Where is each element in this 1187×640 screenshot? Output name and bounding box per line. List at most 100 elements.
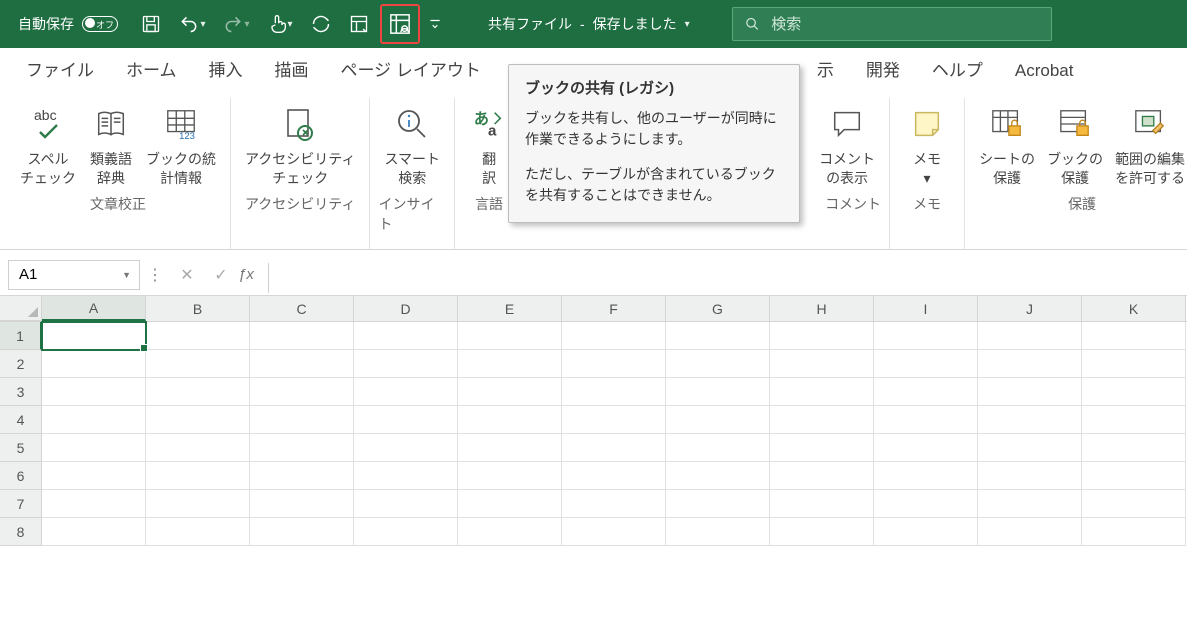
tab-home[interactable]: ホーム — [114, 47, 189, 92]
cell[interactable] — [146, 462, 250, 490]
row-header[interactable]: 3 — [0, 378, 42, 406]
cell[interactable] — [978, 350, 1082, 378]
row-header[interactable]: 5 — [0, 434, 42, 462]
cell[interactable] — [458, 434, 562, 462]
cell[interactable] — [1082, 378, 1186, 406]
cell[interactable] — [250, 434, 354, 462]
tab-acrobat[interactable]: Acrobat — [1003, 52, 1086, 92]
row-header[interactable]: 2 — [0, 350, 42, 378]
book-stats-button[interactable]: 123 ブックの統 計情報 — [140, 98, 222, 188]
protect-book-button[interactable]: ブックの 保護 — [1041, 98, 1109, 188]
cell[interactable] — [458, 518, 562, 546]
col-header[interactable]: A — [42, 296, 146, 321]
cell[interactable] — [42, 462, 146, 490]
col-header[interactable]: K — [1082, 296, 1186, 321]
cell[interactable] — [146, 518, 250, 546]
tab-file[interactable]: ファイル — [14, 47, 106, 92]
redo-button[interactable]: ▾ — [216, 7, 256, 41]
cell[interactable] — [770, 406, 874, 434]
col-header[interactable]: H — [770, 296, 874, 321]
cell[interactable] — [666, 434, 770, 462]
autosave-toggle[interactable]: 自動保存 オフ — [18, 14, 118, 34]
cell[interactable] — [354, 322, 458, 350]
cell[interactable] — [1082, 490, 1186, 518]
cell[interactable] — [770, 350, 874, 378]
cell[interactable] — [146, 350, 250, 378]
cell[interactable] — [874, 434, 978, 462]
protect-sheet-button[interactable]: シートの 保護 — [973, 98, 1041, 188]
cell[interactable] — [666, 462, 770, 490]
accessibility-check-button[interactable]: アクセシビリティ チェック — [239, 98, 361, 188]
cell[interactable] — [42, 406, 146, 434]
cell[interactable] — [458, 322, 562, 350]
cell[interactable] — [770, 434, 874, 462]
cell[interactable] — [666, 490, 770, 518]
cell[interactable] — [770, 378, 874, 406]
cell[interactable] — [874, 378, 978, 406]
cell[interactable] — [146, 406, 250, 434]
customize-qat-button[interactable] — [424, 7, 446, 41]
cell[interactable] — [458, 490, 562, 518]
cell[interactable] — [874, 350, 978, 378]
cell[interactable] — [42, 322, 146, 350]
cell[interactable] — [562, 350, 666, 378]
cell[interactable] — [250, 322, 354, 350]
allow-edit-ranges-button[interactable]: 範囲の編集 を許可する — [1109, 98, 1187, 188]
cell[interactable] — [562, 490, 666, 518]
cell[interactable] — [562, 462, 666, 490]
cell[interactable] — [146, 322, 250, 350]
cell[interactable] — [250, 490, 354, 518]
cell[interactable] — [1082, 518, 1186, 546]
cell[interactable] — [562, 406, 666, 434]
cell[interactable] — [770, 322, 874, 350]
cell[interactable] — [354, 518, 458, 546]
cell[interactable] — [42, 350, 146, 378]
share-workbook-button-highlighted[interactable] — [380, 4, 420, 44]
cell[interactable] — [458, 378, 562, 406]
cell[interactable] — [978, 462, 1082, 490]
formula-input[interactable] — [268, 263, 1177, 293]
cell[interactable] — [146, 490, 250, 518]
cell[interactable] — [666, 322, 770, 350]
cell[interactable] — [562, 322, 666, 350]
cell[interactable] — [666, 350, 770, 378]
cell[interactable] — [42, 490, 146, 518]
enter-button[interactable]: ✓ — [204, 265, 238, 285]
form-button[interactable] — [342, 7, 376, 41]
cell[interactable] — [250, 378, 354, 406]
cell[interactable] — [666, 406, 770, 434]
cell[interactable] — [562, 434, 666, 462]
cell[interactable] — [354, 406, 458, 434]
cell[interactable] — [978, 406, 1082, 434]
cell[interactable] — [1082, 322, 1186, 350]
sync-button[interactable] — [304, 7, 338, 41]
cell[interactable] — [874, 462, 978, 490]
cell[interactable] — [1082, 434, 1186, 462]
cell[interactable] — [146, 434, 250, 462]
row-header[interactable]: 7 — [0, 490, 42, 518]
cell[interactable] — [770, 462, 874, 490]
cell[interactable] — [770, 518, 874, 546]
tab-developer[interactable]: 開発 — [854, 47, 912, 92]
cell[interactable] — [978, 378, 1082, 406]
document-title[interactable]: 共有ファイル - 保存しました ▾ — [488, 14, 690, 34]
cell[interactable] — [458, 462, 562, 490]
cell[interactable] — [42, 518, 146, 546]
notes-button[interactable]: メモ▾ — [898, 98, 956, 188]
cell[interactable] — [354, 490, 458, 518]
cell[interactable] — [978, 518, 1082, 546]
search-box[interactable] — [732, 7, 1052, 41]
cell[interactable] — [354, 350, 458, 378]
cell[interactable] — [978, 434, 1082, 462]
col-header[interactable]: J — [978, 296, 1082, 321]
cell[interactable] — [458, 406, 562, 434]
spell-check-button[interactable]: abc スペル チェック — [14, 98, 82, 188]
cell[interactable] — [458, 350, 562, 378]
cell[interactable] — [562, 518, 666, 546]
cell[interactable] — [250, 462, 354, 490]
cell[interactable] — [978, 322, 1082, 350]
cell[interactable] — [250, 406, 354, 434]
touch-mode-button[interactable]: ▾ — [260, 7, 300, 41]
cell[interactable] — [562, 378, 666, 406]
select-all-corner[interactable] — [0, 296, 42, 321]
